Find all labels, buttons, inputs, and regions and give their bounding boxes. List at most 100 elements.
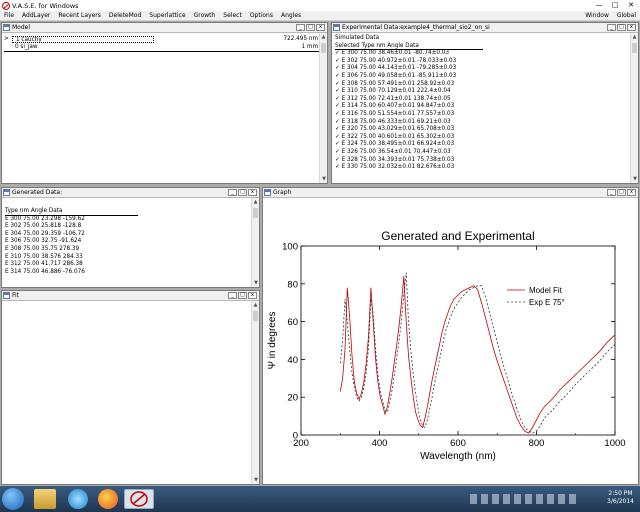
experimental-window-titlebar[interactable]: Experimental Data:example4_thermal_sio2_… [332,23,638,33]
gen-data-row: E 306 75.00 32.75 -91.624 [5,238,82,245]
selected-check-icon: ✓ [335,80,342,87]
fit-window-title: Fit [12,292,20,299]
menu-angles[interactable]: Angles [277,11,305,21]
exp-data-row[interactable]: ✓ E 328 75.00 34.393±0.01 75.738±0.03 [335,157,625,165]
tray-clock[interactable]: 2:50 PM 3/6/2014 [607,490,634,506]
exp-data-row[interactable]: ✓ E 324 75.00 38.495±0.01 66.924±0.03 [335,141,625,149]
firefox-icon[interactable] [98,489,118,509]
minimize-icon[interactable]: _ [607,189,616,196]
exp-data-row[interactable]: ✓ E 330 75.00 32.032±0.01 82.676±0.03 [335,164,625,172]
y-axis-label: Ψ in degrees [267,312,278,370]
file-explorer-icon[interactable] [34,489,56,509]
menu-recent-layers[interactable]: Recent Layers [54,11,105,21]
minimize-icon[interactable]: _ [296,24,305,31]
model-layer-row[interactable]: > 1 cauchy 722.495 nm [4,36,320,44]
exp-table-header: Selected Type nm Angle Data [335,43,483,51]
exp-data-row[interactable]: ✓ E 300 75.00 38.46±0.01 -80.74±0.03 [335,50,625,58]
maximize-icon[interactable]: □ [617,189,626,196]
minimize-icon[interactable]: _ [228,189,237,196]
minimize-icon[interactable]: _ [228,292,237,299]
exp-data-row[interactable]: ✓ E 304 75.00 44.143±0.01 -79.285±0.03 [335,65,625,73]
close-icon[interactable]: x [248,189,257,196]
scroll-down-icon[interactable]: ▼ [320,175,327,183]
selected-check-icon: ✓ [335,50,342,57]
maximize-icon[interactable]: □ [306,24,315,31]
window-icon [3,189,10,196]
model-window-titlebar[interactable]: Model _ □ x [2,23,327,33]
app-title-bar: V.A.S.E. for Windows — □ ✕ [0,0,640,11]
generated-window-titlebar[interactable]: Generated Data: _ □ x [2,188,259,198]
model-scrollbar[interactable]: ▲ ▼ [319,33,327,183]
maximize-icon[interactable]: □ [238,292,247,299]
fit-window: Fit _ □ x ▲ ▼ [1,290,260,485]
x-tick-label: 600 [450,438,466,449]
fit-scrollbar[interactable]: ▲ ▼ [251,301,259,484]
scroll-thumb[interactable] [632,43,637,53]
x-tick-label: 800 [529,438,545,449]
system-tray-icons[interactable] [470,494,580,504]
scroll-thumb[interactable] [321,43,326,53]
maximize-icon[interactable]: □ [617,24,626,31]
selected-check-icon: ✓ [335,88,342,95]
exp-data-row[interactable]: ✓ E 306 75.00 49.058±0.01 -85.911±0.03 [335,73,625,81]
model-layer-row[interactable]: 0 si_jaw 1 mm [4,44,320,52]
menu-global[interactable]: Global [613,11,640,21]
menu-file[interactable]: File [0,11,18,21]
close-icon[interactable]: x [627,24,636,31]
exp-row-text: E 320 75.00 43.029±0.01 65.708±0.03 [341,126,455,133]
maximize-icon[interactable]: □ [238,189,247,196]
y-tick-label: 0 [293,431,298,442]
exp-data-row[interactable]: ✓ E 310 75.00 70.129±0.01 222.4±0.04 [335,88,625,96]
exp-data-row[interactable]: ✓ E 316 75.00 51.554±0.01 77.557±0.03 [335,111,625,119]
exp-data-row[interactable]: ✓ E 326 75.00 36.54±0.01 70.447±0.03 [335,149,625,157]
exp-row-text: E 304 75.00 44.143±0.01 -79.285±0.03 [341,65,457,72]
windows-start-icon[interactable] [2,488,24,510]
exp-data-row[interactable]: ✓ E 314 75.00 60.407±0.01 94.847±0.03 [335,103,625,111]
scroll-thumb[interactable] [253,311,258,321]
close-icon[interactable]: x [316,24,325,31]
scroll-up-icon[interactable]: ▲ [252,301,259,309]
menu-superlattice[interactable]: Superlattice [145,11,189,21]
close-icon[interactable]: x [248,292,257,299]
exp-row-text: E 324 75.00 38.495±0.01 66.924±0.03 [341,141,455,148]
menu-window[interactable]: Window [581,11,613,21]
menu-select[interactable]: Select [219,11,246,21]
x-tick-label: 1000 [604,438,625,449]
scroll-down-icon[interactable]: ▼ [252,279,259,287]
scroll-down-icon[interactable]: ▼ [631,175,638,183]
exp-data-row[interactable]: ✓ E 320 75.00 43.029±0.01 65.708±0.03 [335,126,625,134]
scroll-down-icon[interactable]: ▼ [252,476,259,484]
exp-data-row[interactable]: ✓ E 302 75.00 40.972±0.01 -78.033±0.03 [335,58,625,66]
internet-explorer-icon[interactable] [68,489,88,509]
y-tick-label: 60 [287,317,298,328]
generated-scrollbar[interactable]: ▲ ▼ [251,198,259,287]
y-tick-label: 20 [287,393,298,404]
fit-window-titlebar[interactable]: Fit _ □ x [2,291,259,301]
minimize-icon[interactable]: _ [607,24,616,31]
menu-addlayer[interactable]: AddLayer [18,11,54,21]
scroll-thumb[interactable] [253,208,258,218]
menu-growth[interactable]: Growth [190,11,220,21]
close-icon[interactable]: x [627,189,636,196]
exp-row-text: E 300 75.00 38.46±0.01 -80.74±0.03 [341,50,450,57]
scroll-up-icon[interactable]: ▲ [320,33,327,41]
selected-check-icon: ✓ [335,156,342,163]
vase-logo-icon [130,491,148,507]
x-tick-label: 400 [372,438,388,449]
exp-row-text: E 302 75.00 40.972±0.01 -78.033±0.03 [341,57,457,64]
graph-window-titlebar[interactable]: Graph _ □ x [263,188,638,198]
experimental-scrollbar[interactable]: ▲ ▼ [630,33,638,183]
maximize-icon[interactable]: □ [607,0,623,10]
exp-data-row[interactable]: ✓ E 318 75.00 46.333±0.01 69.21±0.03 [335,119,625,127]
vase-taskbar-icon[interactable] [124,489,154,509]
menu-deletemod[interactable]: DeleteMod [105,11,145,21]
close-icon[interactable]: ✕ [623,0,639,10]
minimize-icon[interactable]: — [591,0,607,10]
scroll-up-icon[interactable]: ▲ [631,33,638,41]
exp-data-row[interactable]: ✓ E 308 75.00 57.491±0.01 258.92±0.03 [335,81,625,89]
exp-data-row[interactable]: ✓ E 322 75.00 40.601±0.01 65.302±0.03 [335,134,625,142]
exp-data-row[interactable]: ✓ E 312 75.00 72.41±0.01 138.74±0.05 [335,96,625,104]
menu-options[interactable]: Options [246,11,277,21]
scroll-up-icon[interactable]: ▲ [252,198,259,206]
model-window: Model _ □ x > 1 cauchy 722.495 nm 0 si_j… [1,22,328,184]
